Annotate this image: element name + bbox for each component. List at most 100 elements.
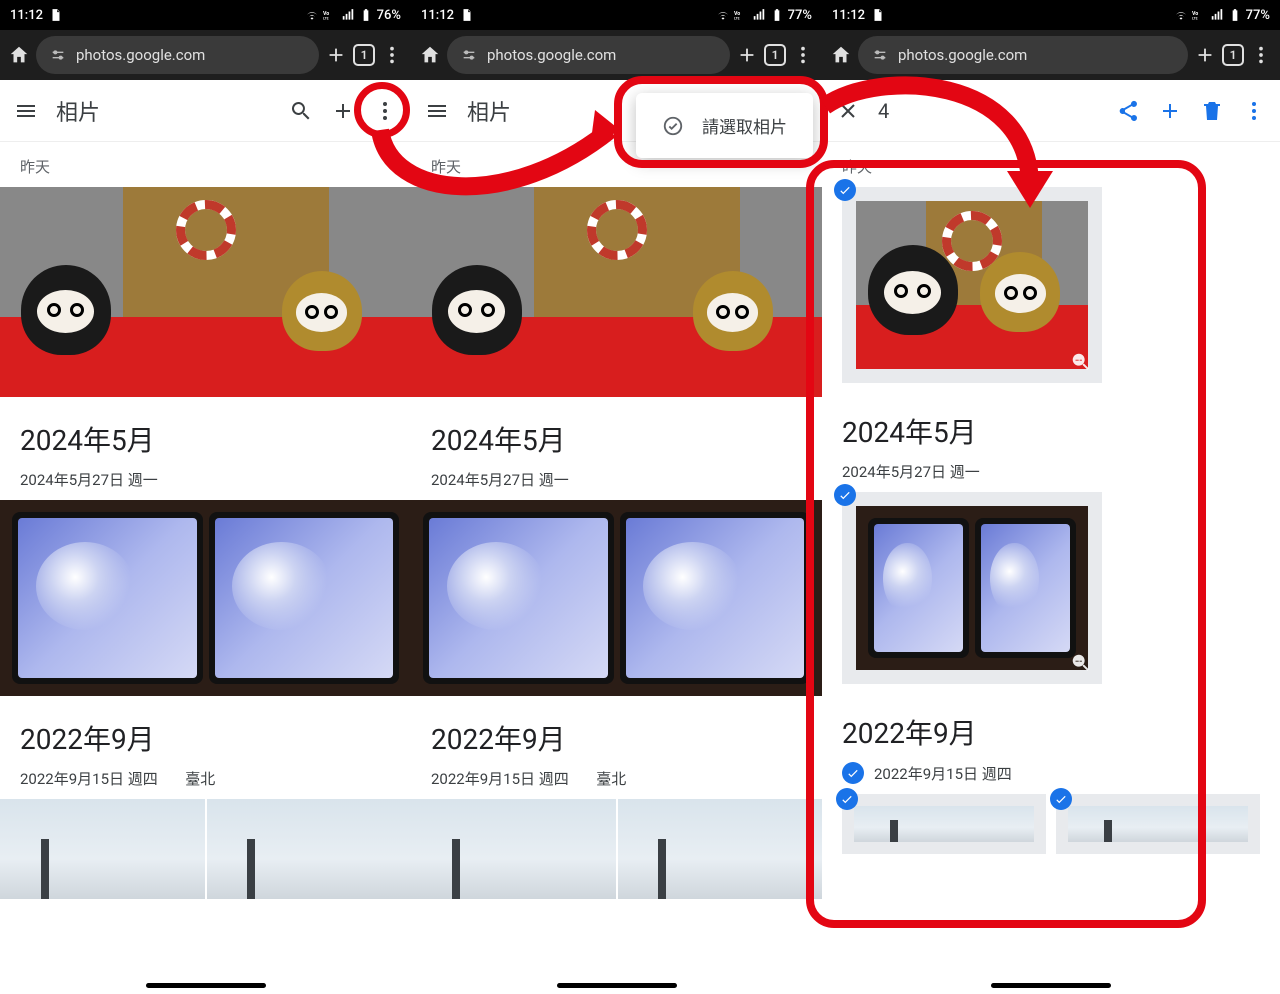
browser-more-icon[interactable] <box>1250 44 1272 66</box>
date-sep: 2022年9月15日 週四 臺北 <box>0 764 411 799</box>
status-time: 11:12 <box>10 8 43 23</box>
volte-icon <box>734 8 748 22</box>
signal-icon <box>341 8 355 22</box>
share-icon[interactable] <box>1116 99 1140 123</box>
status-time: 11:12 <box>832 8 865 23</box>
notification-doc-icon <box>871 8 885 22</box>
photo-landscape-2[interactable] <box>207 799 412 899</box>
new-tab-icon[interactable] <box>325 44 347 66</box>
popup-text: 請選取相片 <box>702 113 787 138</box>
upload-plus-icon[interactable] <box>331 99 355 123</box>
notification-doc-icon <box>49 8 63 22</box>
tab-switcher[interactable]: 1 <box>1222 44 1244 66</box>
photo-landscape-1-selected[interactable] <box>842 794 1046 854</box>
trash-icon[interactable] <box>1200 99 1224 123</box>
site-settings-icon <box>461 47 477 63</box>
app-title: 相片 <box>56 95 271 127</box>
photo-daruma-selected[interactable] <box>842 187 1102 383</box>
date-sep-selected[interactable]: 2022年9月15日 週四 <box>822 758 1280 794</box>
android-status-bar: 11:12 77% <box>822 0 1280 30</box>
photo-feed[interactable]: 昨天 2024年5月 2024年5月27日 週一 2022年9月 2022年9月… <box>0 142 411 899</box>
url-text: photos.google.com <box>487 46 616 64</box>
hamburger-menu-icon[interactable] <box>425 99 449 123</box>
selected-check-icon[interactable] <box>834 179 856 201</box>
wifi-icon <box>305 8 319 22</box>
screen-3: 11:12 77% photos.google.com 1 4 <box>822 0 1280 994</box>
url-bar[interactable]: photos.google.com <box>36 36 319 74</box>
photo-phones[interactable] <box>0 500 411 696</box>
signal-icon <box>752 8 766 22</box>
home-indicator[interactable] <box>146 983 266 988</box>
wifi-icon <box>1174 8 1188 22</box>
close-selection-icon[interactable] <box>836 99 860 123</box>
zoom-icon[interactable] <box>1070 652 1092 674</box>
home-indicator[interactable] <box>991 983 1111 988</box>
photo-daruma[interactable] <box>0 187 411 397</box>
battery-icon <box>1228 8 1242 22</box>
battery-icon <box>359 8 373 22</box>
photo-landscape-2-selected[interactable] <box>1056 794 1260 854</box>
screen-1: 11:12 76% photos.google.com 1 相片 <box>0 0 411 994</box>
home-icon[interactable] <box>830 44 852 66</box>
photo-daruma[interactable] <box>411 187 822 397</box>
date-may: 2024年5月27日 週一 <box>822 457 1280 492</box>
selected-check-icon[interactable] <box>834 484 856 506</box>
site-settings-icon <box>50 47 66 63</box>
chrome-toolbar: photos.google.com 1 <box>822 30 1280 80</box>
date-may: 2024年5月27日 週一 <box>411 465 822 500</box>
date-yesterday: 昨天 <box>822 142 1280 187</box>
new-tab-icon[interactable] <box>736 44 758 66</box>
selection-more-icon[interactable] <box>1242 99 1266 123</box>
month-header-sep: 2022年9月 <box>411 696 822 764</box>
month-header-sep: 2022年9月 <box>822 690 1280 758</box>
month-header-sep: 2022年9月 <box>0 696 411 764</box>
thumb-row <box>411 799 822 899</box>
url-bar[interactable]: photos.google.com <box>447 36 730 74</box>
search-icon[interactable] <box>289 99 313 123</box>
screen-2: 11:12 77% photos.google.com 1 相片 <box>411 0 822 994</box>
volte-icon <box>1192 8 1206 22</box>
zoom-icon[interactable] <box>1070 351 1092 373</box>
selected-check-icon[interactable] <box>836 788 858 810</box>
home-indicator[interactable] <box>557 983 677 988</box>
select-photos-popup[interactable]: 請選取相片 <box>636 93 813 158</box>
wifi-icon <box>716 8 730 22</box>
chrome-toolbar: photos.google.com 1 <box>411 30 822 80</box>
photo-landscape-1[interactable] <box>411 799 616 899</box>
photo-landscape-2[interactable] <box>618 799 823 899</box>
photo-feed-selection[interactable]: 昨天 2024年5月 2024年5月27日 週一 2022年9月 <box>822 142 1280 854</box>
selection-count: 4 <box>878 99 1098 123</box>
photo-phones-selected[interactable] <box>842 492 1102 684</box>
photo-phones[interactable] <box>411 500 822 696</box>
android-status-bar: 11:12 76% <box>0 0 411 30</box>
signal-icon <box>1210 8 1224 22</box>
battery-percent: 77% <box>1246 8 1270 23</box>
photo-landscape-1[interactable] <box>0 799 205 899</box>
photo-feed[interactable]: 昨天 2024年5月 2024年5月27日 週一 2022年9月 2022年9月… <box>411 142 822 899</box>
date-sep: 2022年9月15日 週四 臺北 <box>411 764 822 799</box>
date-may: 2024年5月27日 週一 <box>0 465 411 500</box>
app-more-icon[interactable] <box>373 99 397 123</box>
tab-switcher[interactable]: 1 <box>353 44 375 66</box>
thumb-row-selected <box>822 794 1280 854</box>
battery-percent: 77% <box>788 8 812 23</box>
date-row-check-icon[interactable] <box>842 762 864 784</box>
hamburger-menu-icon[interactable] <box>14 99 38 123</box>
tab-switcher[interactable]: 1 <box>764 44 786 66</box>
month-header-may: 2024年5月 <box>0 397 411 465</box>
volte-icon <box>323 8 337 22</box>
selected-check-icon[interactable] <box>1050 788 1072 810</box>
thumb-row <box>0 799 411 899</box>
battery-icon <box>770 8 784 22</box>
new-tab-icon[interactable] <box>1194 44 1216 66</box>
home-icon[interactable] <box>8 44 30 66</box>
month-header-may: 2024年5月 <box>411 397 822 465</box>
browser-more-icon[interactable] <box>381 44 403 66</box>
url-text: photos.google.com <box>76 46 205 64</box>
browser-more-icon[interactable] <box>792 44 814 66</box>
month-header-may: 2024年5月 <box>822 389 1280 457</box>
home-icon[interactable] <box>419 44 441 66</box>
url-bar[interactable]: photos.google.com <box>858 36 1188 74</box>
add-to-icon[interactable] <box>1158 99 1182 123</box>
app-bar: 相片 <box>0 80 411 142</box>
